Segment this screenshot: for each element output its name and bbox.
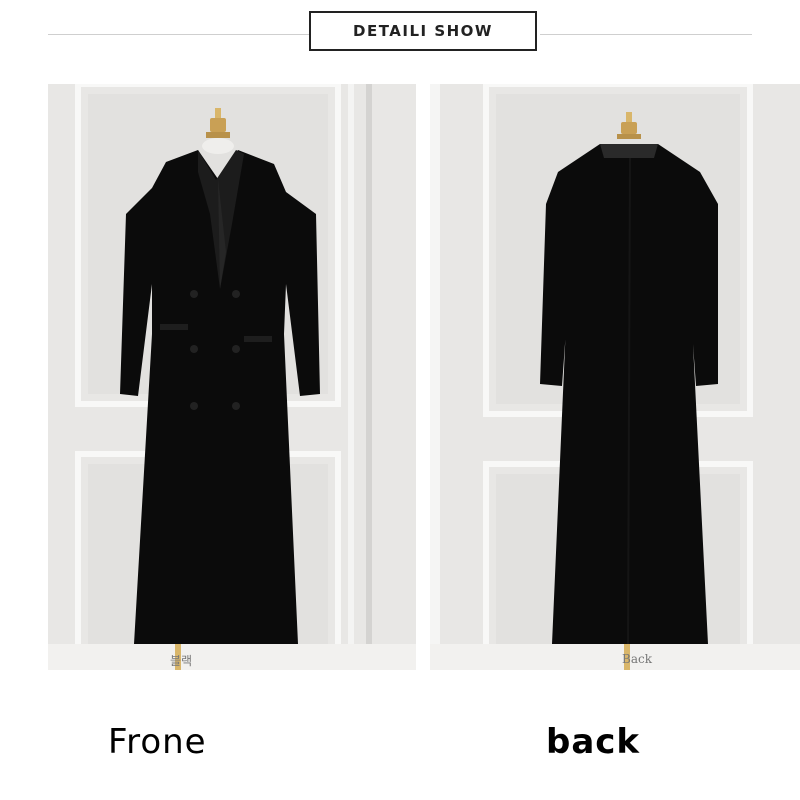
section-title-box: DETAILI SHOW [309, 11, 537, 51]
back-caption: back [546, 722, 641, 762]
front-photo-tag: 블랙 [170, 654, 193, 668]
section-title: DETAILI SHOW [353, 22, 493, 40]
header-line-left [48, 34, 310, 35]
front-caption: Frone [108, 722, 207, 762]
back-photo-tag: Back [622, 652, 652, 666]
front-photo [48, 84, 416, 670]
back-photo [430, 84, 800, 670]
header-line-right [540, 34, 752, 35]
